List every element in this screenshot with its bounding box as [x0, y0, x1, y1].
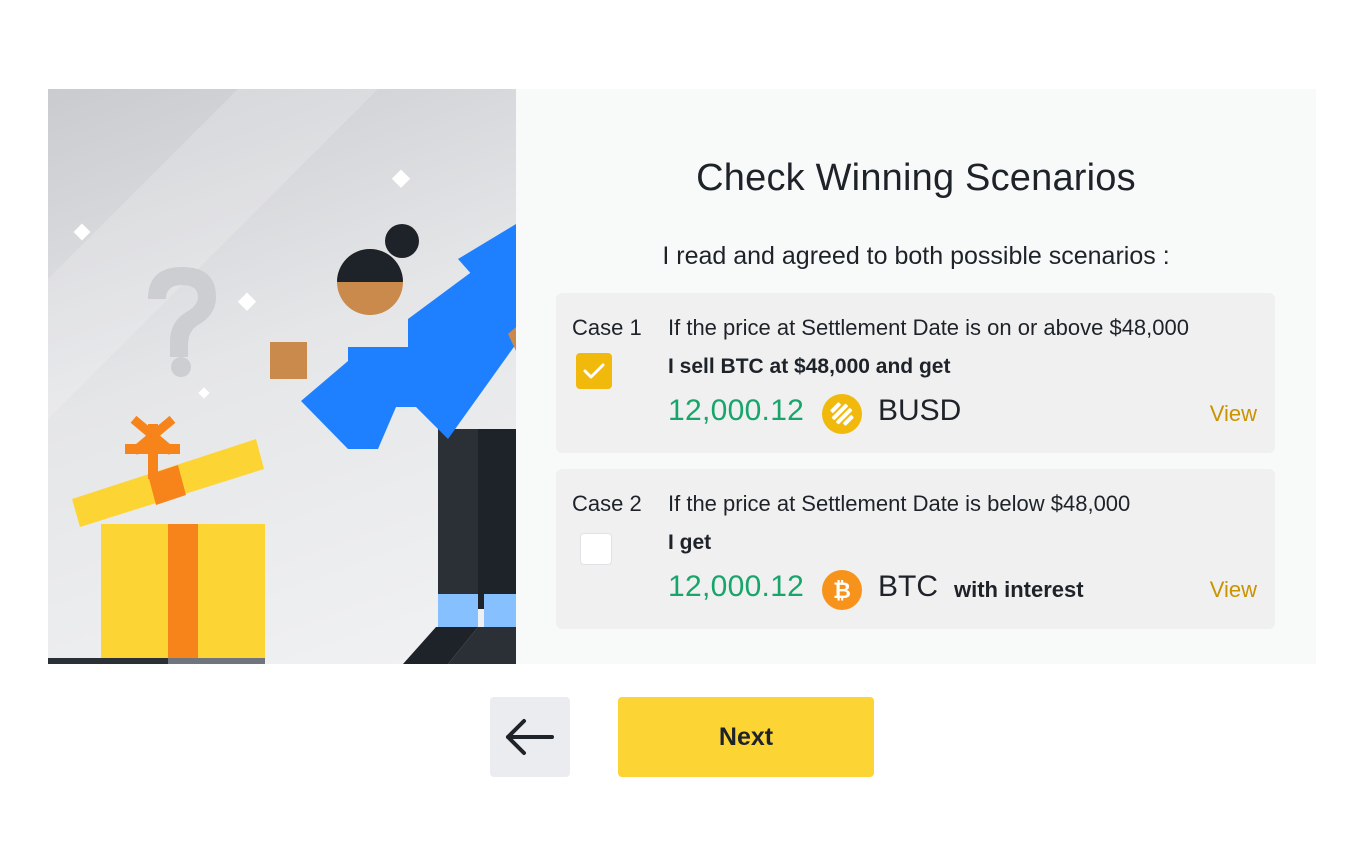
case-amount: 12,000.12 [668, 570, 805, 603]
gift-illustration [48, 89, 516, 664]
case-2-checkbox[interactable] [580, 533, 612, 565]
scenario-card: Check Winning Scenarios I read and agree… [48, 89, 1316, 664]
case-label: Case 2 [572, 491, 642, 516]
case-2-card: Case 2 If the price at Settlement Date i… [556, 469, 1275, 629]
case-condition: If the price at Settlement Date is below… [668, 491, 1131, 516]
case-1-checkbox[interactable] [576, 353, 612, 389]
checkmark-icon [583, 363, 605, 379]
btc-icon: ₿ [822, 570, 862, 610]
scenario-panel: Check Winning Scenarios I read and agree… [516, 89, 1316, 664]
coin-name: BUSD [878, 394, 962, 427]
next-button[interactable]: Next [618, 697, 874, 777]
case-condition: If the price at Settlement Date is on or… [668, 315, 1189, 340]
case-action: I get [668, 531, 712, 554]
arrow-left-icon [506, 719, 554, 755]
busd-icon [822, 394, 862, 434]
view-link[interactable]: View [1210, 401, 1257, 427]
interest-note: with interest [954, 577, 1084, 602]
person-with-gift-illustration [48, 89, 516, 664]
dialog-subtitle: I read and agreed to both possible scena… [662, 242, 1170, 270]
back-button[interactable] [490, 697, 570, 777]
case-amount: 12,000.12 [668, 394, 805, 427]
case-1-card: Case 1 If the price at Settlement Date i… [556, 293, 1275, 453]
coin-name: BTC [878, 570, 938, 603]
case-label: Case 1 [572, 315, 642, 340]
dialog-title: Check Winning Scenarios [696, 157, 1136, 199]
view-link[interactable]: View [1210, 577, 1257, 603]
case-action: I sell BTC at $48,000 and get [668, 355, 951, 378]
svg-text:₿: ₿ [833, 579, 851, 604]
